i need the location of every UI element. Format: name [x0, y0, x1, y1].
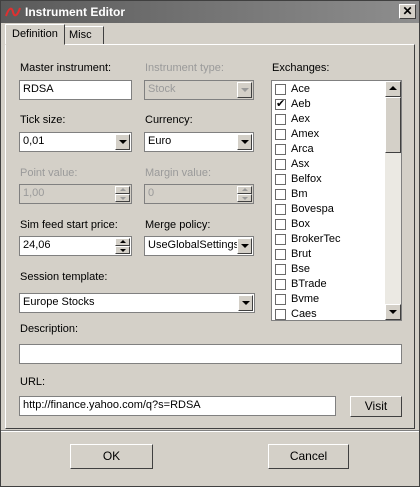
title-bar[interactable]: Instrument Editor ✕: [1, 1, 419, 23]
ok-button[interactable]: OK: [70, 444, 153, 469]
ninja-logo-icon: [5, 7, 21, 17]
footer-separator: [1, 430, 419, 432]
tab-label: Misc: [69, 29, 92, 41]
close-button[interactable]: ✕: [399, 4, 416, 19]
close-icon: ✕: [402, 4, 413, 18]
cancel-button[interactable]: Cancel: [268, 444, 349, 469]
tab-definition[interactable]: Definition: [5, 24, 65, 45]
tab-label: Definition: [12, 28, 58, 40]
instrument-editor-window: Instrument Editor ✕ Definition Misc Mast…: [0, 0, 420, 487]
tab-misc[interactable]: Misc: [62, 26, 104, 45]
cancel-button-label: Cancel: [289, 449, 328, 463]
definition-panel: [5, 44, 415, 429]
window-title: Instrument Editor: [25, 5, 126, 19]
ok-button-label: OK: [102, 449, 121, 463]
